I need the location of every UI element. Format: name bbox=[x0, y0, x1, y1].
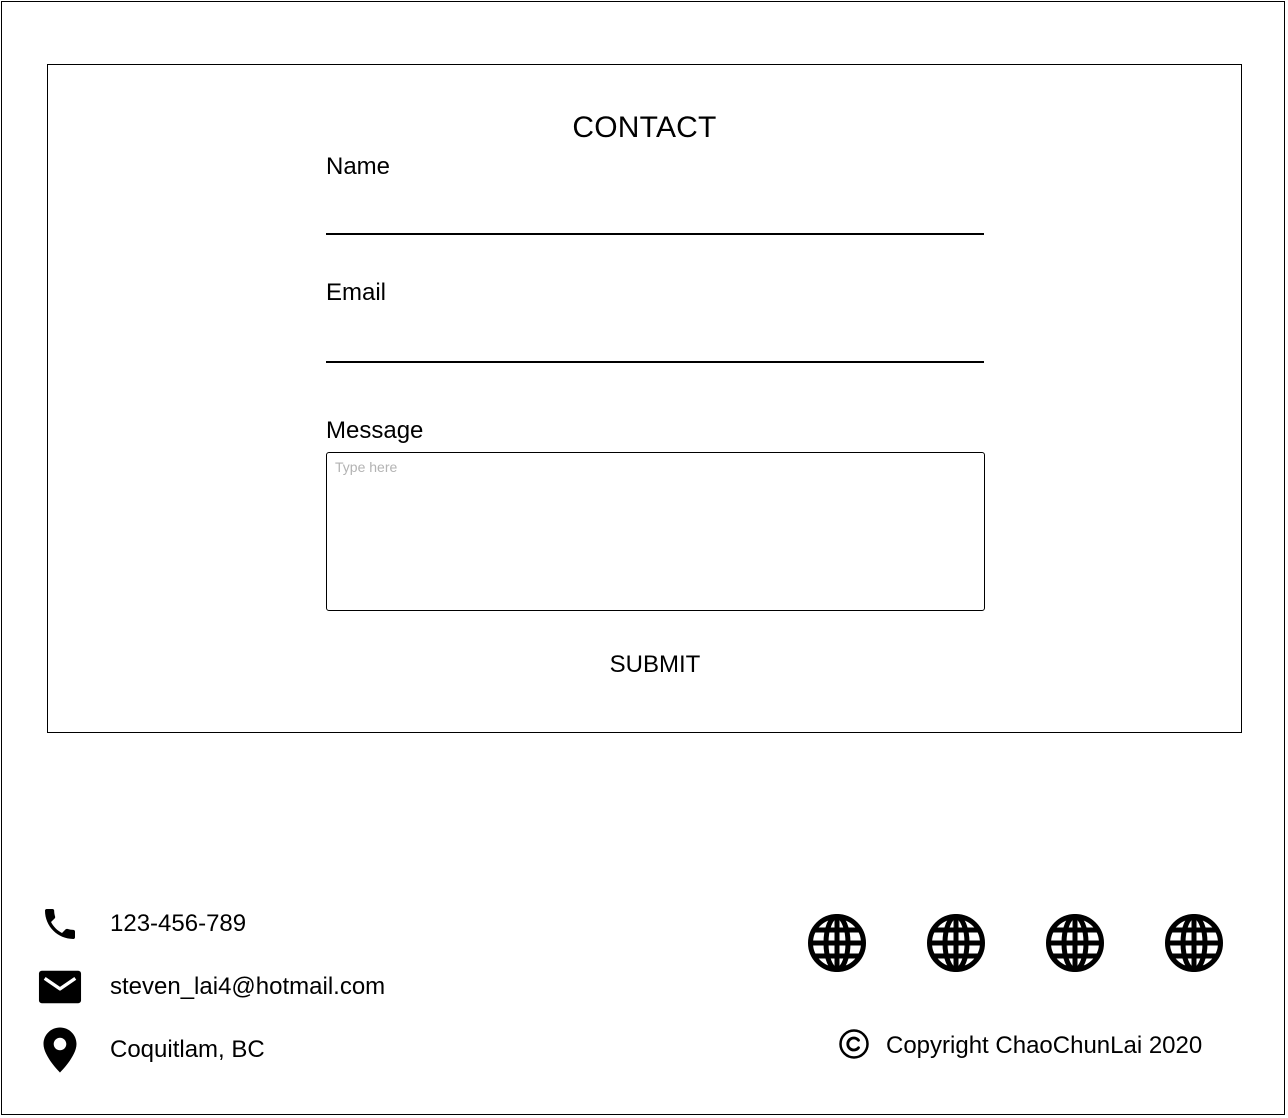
email-text: steven_lai4@hotmail.com bbox=[110, 973, 386, 1000]
copyright-icon bbox=[838, 1028, 870, 1065]
social-link-4[interactable] bbox=[1162, 913, 1226, 977]
submit-button[interactable]: SUBMIT bbox=[560, 645, 750, 685]
social-link-2[interactable] bbox=[924, 913, 988, 977]
location-pin-icon bbox=[38, 1027, 82, 1073]
message-label: Message bbox=[326, 417, 424, 444]
phone-icon bbox=[38, 902, 82, 946]
email-label: Email bbox=[326, 279, 387, 306]
globe-icon bbox=[807, 913, 867, 978]
email-row: steven_lai4@hotmail.com bbox=[38, 963, 385, 1011]
name-input[interactable] bbox=[326, 199, 984, 235]
contact-form-box: CONTACT Name Email Message SUBMIT bbox=[47, 64, 1242, 733]
name-label: Name bbox=[326, 153, 391, 180]
email-input[interactable] bbox=[326, 327, 984, 363]
phone-text: 123-456-789 bbox=[110, 910, 247, 937]
copyright-text: Copyright ChaoChunLai 2020 bbox=[886, 1032, 1203, 1059]
mail-icon bbox=[38, 965, 82, 1009]
location-text: Coquitlam, BC bbox=[110, 1036, 265, 1063]
copyright: Copyright ChaoChunLai 2020 bbox=[838, 1028, 1202, 1064]
globe-icon bbox=[1164, 913, 1224, 978]
location-row: Coquitlam, BC bbox=[38, 1026, 265, 1074]
social-link-1[interactable] bbox=[805, 913, 869, 977]
message-textarea[interactable] bbox=[326, 452, 985, 611]
phone-row: 123-456-789 bbox=[38, 900, 246, 948]
social-link-3[interactable] bbox=[1043, 913, 1107, 977]
contact-title: CONTACT bbox=[572, 111, 717, 144]
globe-icon bbox=[1045, 913, 1105, 978]
globe-icon bbox=[926, 913, 986, 978]
